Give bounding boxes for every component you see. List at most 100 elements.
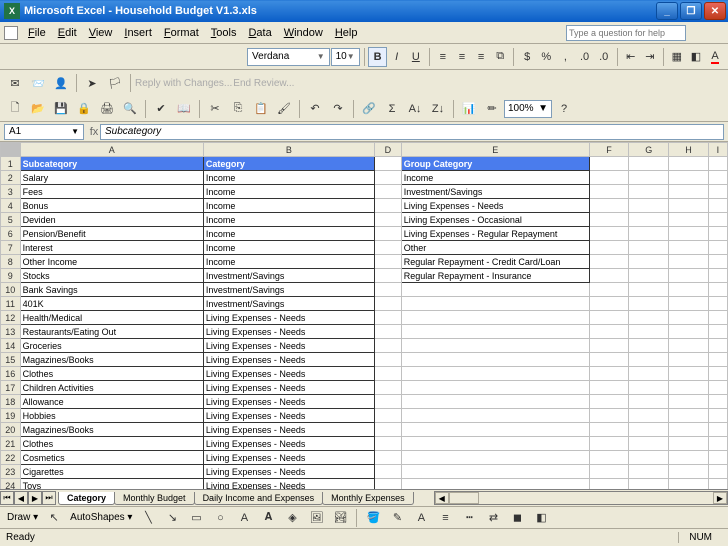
increase-indent-button[interactable]: ⇥ bbox=[641, 47, 659, 67]
cell[interactable] bbox=[589, 367, 629, 381]
cell[interactable] bbox=[669, 479, 709, 490]
cell[interactable]: Bank Savings bbox=[20, 283, 203, 297]
row-header[interactable]: 12 bbox=[1, 311, 21, 325]
cell[interactable]: Cigarettes bbox=[20, 465, 203, 479]
window-close-button[interactable]: ✕ bbox=[704, 2, 726, 20]
line-style-tool[interactable]: ≡ bbox=[434, 508, 456, 528]
menu-edit[interactable]: Edit bbox=[52, 25, 83, 41]
cell[interactable] bbox=[669, 241, 709, 255]
cell[interactable] bbox=[669, 227, 709, 241]
cell[interactable] bbox=[589, 241, 629, 255]
cell[interactable] bbox=[629, 367, 669, 381]
cell[interactable] bbox=[708, 241, 727, 255]
cell[interactable] bbox=[629, 283, 669, 297]
cell[interactable] bbox=[589, 339, 629, 353]
cell[interactable] bbox=[401, 283, 589, 297]
cell[interactable]: Deviden bbox=[20, 213, 203, 227]
cell[interactable] bbox=[375, 353, 402, 367]
cell[interactable] bbox=[589, 255, 629, 269]
row-header[interactable]: 3 bbox=[1, 185, 21, 199]
cell[interactable]: Fees bbox=[20, 185, 203, 199]
row-header[interactable]: 14 bbox=[1, 339, 21, 353]
print-button[interactable]: 🖨 bbox=[96, 99, 118, 119]
row-header[interactable]: 20 bbox=[1, 423, 21, 437]
3d-tool[interactable]: ◧ bbox=[530, 508, 552, 528]
row-header[interactable]: 17 bbox=[1, 381, 21, 395]
cell[interactable] bbox=[375, 283, 402, 297]
cell[interactable]: Income bbox=[203, 213, 374, 227]
cell[interactable] bbox=[375, 409, 402, 423]
cell[interactable] bbox=[375, 423, 402, 437]
row-header[interactable]: 10 bbox=[1, 283, 21, 297]
col-header-F[interactable]: F bbox=[589, 143, 629, 157]
cell[interactable] bbox=[401, 353, 589, 367]
cell[interactable] bbox=[629, 409, 669, 423]
cell[interactable]: Allowance bbox=[20, 395, 203, 409]
tab-nav-next[interactable]: ▶ bbox=[28, 491, 42, 505]
cell[interactable] bbox=[375, 339, 402, 353]
cell[interactable]: Living Expenses - Needs bbox=[203, 437, 374, 451]
cell[interactable]: Investment/Savings bbox=[203, 297, 374, 311]
cell[interactable] bbox=[669, 171, 709, 185]
cell[interactable] bbox=[375, 297, 402, 311]
cell[interactable] bbox=[669, 367, 709, 381]
row-header[interactable]: 7 bbox=[1, 241, 21, 255]
cell[interactable] bbox=[629, 395, 669, 409]
sheet-tab-monthly-expenses[interactable]: Monthly Expenses bbox=[322, 492, 414, 505]
cell[interactable] bbox=[375, 227, 402, 241]
cell[interactable]: Income bbox=[203, 241, 374, 255]
fill-color-button[interactable]: ◧ bbox=[687, 47, 705, 67]
cell[interactable]: Clothes bbox=[20, 367, 203, 381]
cell[interactable] bbox=[629, 227, 669, 241]
cell[interactable]: Group Category bbox=[401, 157, 589, 171]
cell[interactable] bbox=[669, 213, 709, 227]
cell[interactable] bbox=[629, 325, 669, 339]
cell[interactable] bbox=[669, 255, 709, 269]
cell[interactable] bbox=[401, 451, 589, 465]
cell[interactable] bbox=[629, 353, 669, 367]
autoshapes-menu[interactable]: AutoShapes ▾ bbox=[67, 512, 135, 523]
cell[interactable]: Living Expenses - Needs bbox=[203, 339, 374, 353]
col-header-B[interactable]: B bbox=[203, 143, 374, 157]
cell[interactable] bbox=[589, 395, 629, 409]
sort-desc-button[interactable]: Z↓ bbox=[427, 99, 449, 119]
menu-tools[interactable]: Tools bbox=[205, 25, 243, 41]
row-header[interactable]: 23 bbox=[1, 465, 21, 479]
envelope-send-icon[interactable]: 📨 bbox=[27, 73, 49, 93]
row-header[interactable]: 2 bbox=[1, 171, 21, 185]
cell[interactable] bbox=[401, 465, 589, 479]
shadow-tool[interactable]: ◼ bbox=[506, 508, 528, 528]
cell[interactable]: Living Expenses - Needs bbox=[203, 423, 374, 437]
cell[interactable] bbox=[669, 395, 709, 409]
cell[interactable] bbox=[401, 395, 589, 409]
cell[interactable] bbox=[401, 381, 589, 395]
paste-button[interactable]: 📋 bbox=[250, 99, 272, 119]
cell[interactable] bbox=[375, 255, 402, 269]
cell[interactable]: Living Expenses - Needs bbox=[203, 465, 374, 479]
row-header[interactable]: 18 bbox=[1, 395, 21, 409]
cell[interactable]: Living Expenses - Needs bbox=[203, 381, 374, 395]
select-objects-button[interactable]: ↖ bbox=[43, 508, 65, 528]
draw-menu[interactable]: Draw ▾ bbox=[4, 512, 41, 523]
cell[interactable] bbox=[589, 185, 629, 199]
cell[interactable] bbox=[589, 213, 629, 227]
cell[interactable]: Living Expenses - Occasional bbox=[401, 213, 589, 227]
cell[interactable] bbox=[375, 185, 402, 199]
cell[interactable]: 401K bbox=[20, 297, 203, 311]
cell[interactable]: Groceries bbox=[20, 339, 203, 353]
window-minimize-button[interactable]: _ bbox=[656, 2, 678, 20]
sort-asc-button[interactable]: A↓ bbox=[404, 99, 426, 119]
cell[interactable]: Magazines/Books bbox=[20, 423, 203, 437]
row-header[interactable]: 24 bbox=[1, 479, 21, 490]
cell[interactable]: Income bbox=[203, 171, 374, 185]
cell[interactable] bbox=[401, 311, 589, 325]
row-header[interactable]: 5 bbox=[1, 213, 21, 227]
cell[interactable] bbox=[375, 213, 402, 227]
col-header-D[interactable]: D bbox=[375, 143, 402, 157]
cell[interactable]: Other bbox=[401, 241, 589, 255]
cell[interactable] bbox=[401, 437, 589, 451]
cell[interactable] bbox=[708, 325, 727, 339]
cell[interactable] bbox=[375, 381, 402, 395]
decrease-decimal-button[interactable]: .0 bbox=[595, 47, 613, 67]
col-header-G[interactable]: G bbox=[629, 143, 669, 157]
